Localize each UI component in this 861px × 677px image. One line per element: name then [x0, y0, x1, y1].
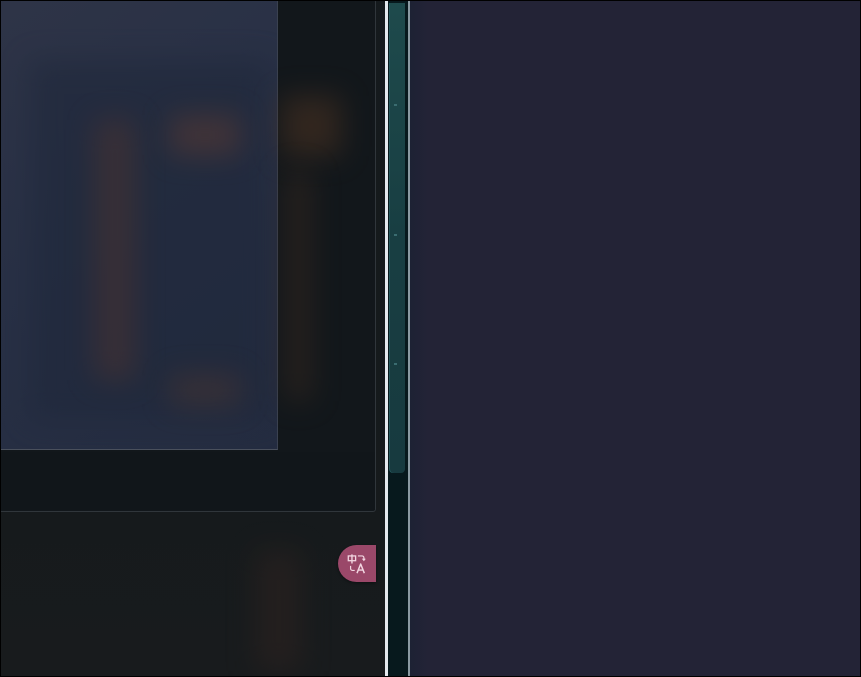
dialog-frame: [1, 1, 376, 512]
blurred-region: [286, 171, 311, 401]
scrollbar-tick: [394, 234, 397, 236]
blurred-region: [170, 375, 240, 405]
right-pane: [410, 1, 860, 676]
blurred-region: [30, 60, 270, 420]
screen: [0, 0, 861, 677]
translate-icon: [347, 553, 366, 573]
translate-button[interactable]: [338, 545, 376, 582]
blurred-region: [170, 115, 240, 155]
left-pane: [1, 1, 385, 676]
scrollbar-tick: [394, 104, 397, 106]
blurred-preview-image: [1, 1, 278, 450]
blurred-region: [256, 551, 301, 671]
scrollbar-thumb[interactable]: [389, 3, 405, 473]
blurred-region: [95, 120, 135, 380]
blurred-region: [281, 96, 341, 156]
dialog-footer: [1, 452, 375, 510]
scrollbar-tick: [394, 363, 397, 365]
vertical-scrollbar[interactable]: [388, 1, 408, 676]
right-pane-edge-shadow: [410, 1, 428, 676]
